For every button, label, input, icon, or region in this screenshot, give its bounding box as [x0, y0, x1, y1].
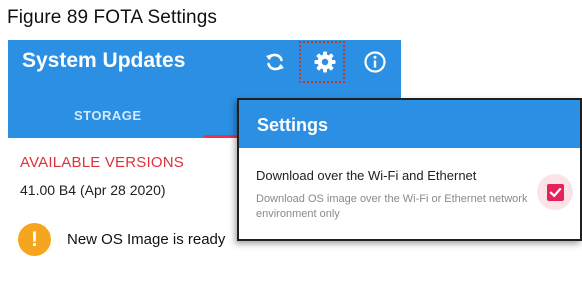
figure-caption: Figure 89 FOTA Settings: [7, 7, 217, 28]
warning-icon: !: [18, 223, 51, 256]
info-icon[interactable]: [360, 47, 390, 77]
dialog-header: Settings: [239, 100, 580, 148]
version-item[interactable]: 41.00 B4 (Apr 28 2020): [20, 182, 166, 198]
app-title: System Updates: [22, 49, 186, 72]
refresh-icon[interactable]: [260, 47, 290, 77]
wifi-ethernet-option-description: Download OS image over the Wi-Fi or Ethe…: [256, 193, 528, 220]
wifi-ethernet-checkbox[interactable]: [537, 174, 573, 210]
os-image-notice: New OS Image is ready: [67, 231, 226, 248]
tab-storage[interactable]: STORAGE: [74, 108, 142, 123]
available-versions-heading: AVAILABLE VERSIONS: [20, 154, 184, 171]
wifi-ethernet-option-title: Download over the Wi-Fi and Ethernet: [256, 168, 477, 183]
checkbox-checked-icon: [546, 183, 564, 201]
settings-dialog: Settings Download over the Wi-Fi and Eth…: [237, 98, 582, 241]
gear-icon[interactable]: [310, 47, 340, 77]
dialog-title: Settings: [257, 115, 329, 135]
